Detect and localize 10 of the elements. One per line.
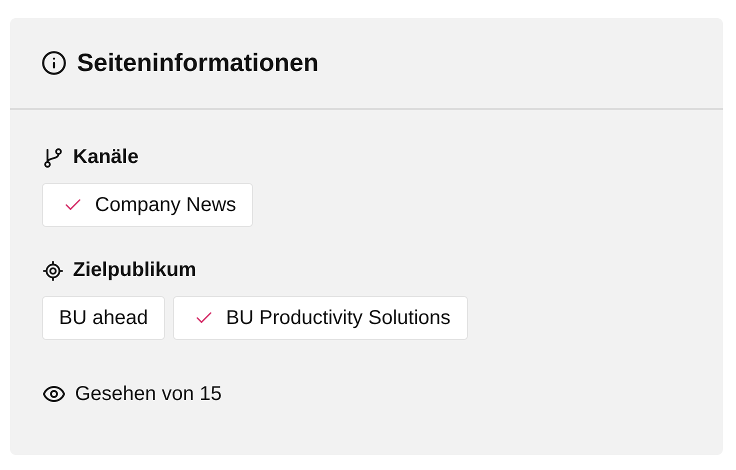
tag[interactable]: Company News (42, 183, 254, 227)
info-icon (41, 50, 67, 76)
tag[interactable]: BU ahead (42, 296, 165, 340)
tag[interactable]: BU Productivity Solutions (172, 296, 468, 340)
section-heading: Zielpublikum (73, 259, 196, 282)
views-count: Gesehen von 15 (75, 382, 222, 406)
branch-icon (42, 146, 64, 168)
target-icon (42, 260, 64, 282)
section-heading: Kanäle (73, 146, 139, 169)
panel-title: Seiteninformationen (77, 48, 319, 78)
